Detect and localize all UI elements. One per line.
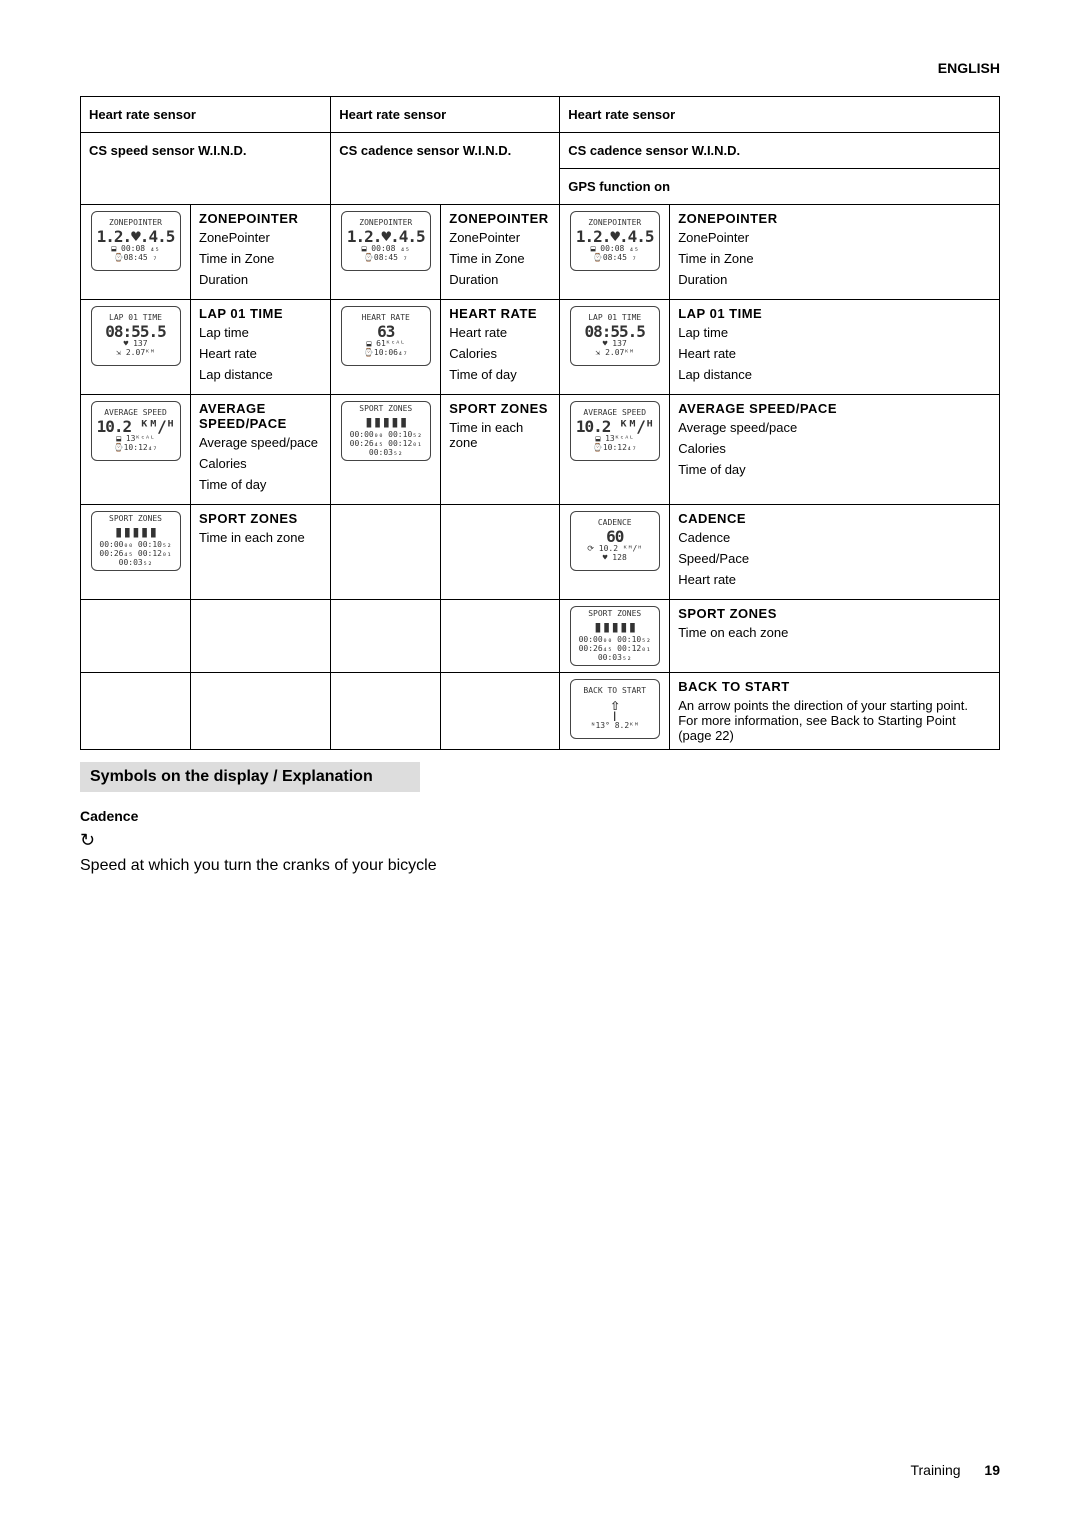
lap-icon-col1: LAP 01 TIME 08:55.5 ♥ 137 ⇲ 2.07ᴷᴹ bbox=[81, 300, 191, 395]
zp-desc-col2: ZONEPOINTER ZonePointer Time in Zone Dur… bbox=[441, 205, 560, 300]
symbols-heading: Symbols on the display / Explanation bbox=[80, 762, 420, 792]
col3-header3: GPS function on bbox=[560, 169, 1000, 205]
empty-icon bbox=[331, 600, 441, 673]
empty-icon bbox=[81, 600, 191, 673]
sz2-desc-col3: SPORT ZONES Time on each zone bbox=[670, 600, 1000, 673]
avg-desc-col1: AVERAGE SPEED/PACE Average speed/pace Ca… bbox=[191, 395, 331, 505]
sz-icon-col1: SPORT ZONES ▮▮▮▮▮ 00:00₀₀ 00:10₅₂ 00:26₄… bbox=[81, 505, 191, 600]
sz-desc-col1: SPORT ZONES Time in each zone bbox=[191, 505, 331, 600]
avg-icon-col3: AVERAGE SPEED 10.2 ᴷᴹ/ᴴ ⬓ 13ᴷᶜᴬᴸ ⌚10:12₄… bbox=[560, 395, 670, 505]
cad-icon-col3: CADENCE 60 ⟳ 10.2 ᴷᴹ/ᴴ ♥ 128 bbox=[560, 505, 670, 600]
lap-icon-col3: LAP 01 TIME 08:55.5 ♥ 137 ⇲ 2.07ᴷᴹ bbox=[560, 300, 670, 395]
cad-desc-col3: CADENCE Cadence Speed/Pace Heart rate bbox=[670, 505, 1000, 600]
hr-icon-col2: HEART RATE 63 ⬓ 61ᴷᶜᴬᴸ ⌚10:06₄₇ bbox=[331, 300, 441, 395]
col1-header1: Heart rate sensor bbox=[81, 97, 331, 133]
feature-table: Heart rate sensor Heart rate sensor Hear… bbox=[80, 96, 1000, 750]
sz-icon-col2: SPORT ZONES ▮▮▮▮▮ 00:00₀₀ 00:10₅₂ 00:26₄… bbox=[331, 395, 441, 505]
back-desc-col3: BACK TO START An arrow points the direct… bbox=[670, 673, 1000, 750]
avg-desc-col3: AVERAGE SPEED/PACE Average speed/pace Ca… bbox=[670, 395, 1000, 505]
sz2-icon-col3: SPORT ZONES ▮▮▮▮▮ 00:00₀₀ 00:10₅₂ 00:26₄… bbox=[560, 600, 670, 673]
zonepointer-display-icon: ZONEPOINTER 1.2.♥.4.5 ⬓ 00:08 ₄₅ ⌚08:45 … bbox=[91, 211, 181, 271]
empty-desc bbox=[441, 600, 560, 673]
avgspeed-display-icon: AVERAGE SPEED 10.2 ᴷᴹ/ᴴ ⬓ 13ᴷᶜᴬᴸ ⌚10:12₄… bbox=[91, 401, 181, 461]
backtostart-display-icon: BACK TO START ⇧ ┃ ᴺ13° 8.2ᴷᴹ bbox=[570, 679, 660, 739]
laptime-display-icon: LAP 01 TIME 08:55.5 ♥ 137 ⇲ 2.07ᴷᴹ bbox=[91, 306, 181, 366]
sz-desc-col2: SPORT ZONES Time in each zone bbox=[441, 395, 560, 505]
page-number: 19 bbox=[984, 1462, 1000, 1478]
back-icon-col3: BACK TO START ⇧ ┃ ᴺ13° 8.2ᴷᴹ bbox=[560, 673, 670, 750]
zp-desc-col3: ZONEPOINTER ZonePointer Time in Zone Dur… bbox=[670, 205, 1000, 300]
empty-desc bbox=[191, 673, 331, 750]
empty-icon bbox=[331, 505, 441, 600]
laptime-display-icon: LAP 01 TIME 08:55.5 ♥ 137 ⇲ 2.07ᴷᴹ bbox=[570, 306, 660, 366]
col2-header1: Heart rate sensor bbox=[331, 97, 560, 133]
lap-desc-col3: LAP 01 TIME Lap time Heart rate Lap dist… bbox=[670, 300, 1000, 395]
avg-icon-col1: AVERAGE SPEED 10.2 ᴷᴹ/ᴴ ⬓ 13ᴷᶜᴬᴸ ⌚10:12₄… bbox=[81, 395, 191, 505]
heartrate-display-icon: HEART RATE 63 ⬓ 61ᴷᶜᴬᴸ ⌚10:06₄₇ bbox=[341, 306, 431, 366]
empty-icon bbox=[331, 673, 441, 750]
zonepointer-display-icon: ZONEPOINTER 1.2.♥.4.5 ⬓ 00:08 ₄₅ ⌚08:45 … bbox=[341, 211, 431, 271]
col3-header1: Heart rate sensor bbox=[560, 97, 1000, 133]
hr-desc-col2: HEART RATE Heart rate Calories Time of d… bbox=[441, 300, 560, 395]
avgspeed-display-icon: AVERAGE SPEED 10.2 ᴷᴹ/ᴴ ⬓ 13ᴷᶜᴬᴸ ⌚10:12₄… bbox=[570, 401, 660, 461]
col3-header2: CS cadence sensor W.I.N.D. bbox=[560, 133, 1000, 169]
page-footer: Training 19 bbox=[910, 1462, 1000, 1478]
zp-icon-col2: ZONEPOINTER 1.2.♥.4.5 ⬓ 00:08 ₄₅ ⌚08:45 … bbox=[331, 205, 441, 300]
footer-section: Training bbox=[910, 1462, 960, 1478]
cadence-icon: ↻ bbox=[80, 830, 1000, 851]
zp-desc-col1: ZONEPOINTER ZonePointer Time in Zone Dur… bbox=[191, 205, 331, 300]
empty-desc bbox=[191, 600, 331, 673]
lap-desc-col1: LAP 01 TIME Lap time Heart rate Lap dist… bbox=[191, 300, 331, 395]
cadence-display-icon: CADENCE 60 ⟳ 10.2 ᴷᴹ/ᴴ ♥ 128 bbox=[570, 511, 660, 571]
sportzones-display-icon: SPORT ZONES ▮▮▮▮▮ 00:00₀₀ 00:10₅₂ 00:26₄… bbox=[91, 511, 181, 571]
sportzones-display-icon: SPORT ZONES ▮▮▮▮▮ 00:00₀₀ 00:10₅₂ 00:26₄… bbox=[570, 606, 660, 666]
cadence-title: Cadence bbox=[80, 808, 1000, 824]
sportzones-display-icon: SPORT ZONES ▮▮▮▮▮ 00:00₀₀ 00:10₅₂ 00:26₄… bbox=[341, 401, 431, 461]
empty-desc bbox=[441, 505, 560, 600]
zonepointer-display-icon: ZONEPOINTER 1.2.♥.4.5 ⬓ 00:08 ₄₅ ⌚08:45 … bbox=[570, 211, 660, 271]
empty-icon bbox=[81, 673, 191, 750]
col1-header2: CS speed sensor W.I.N.D. bbox=[81, 133, 331, 205]
zp-icon-col1: ZONEPOINTER 1.2.♥.4.5 ⬓ 00:08 ₄₅ ⌚08:45 … bbox=[81, 205, 191, 300]
cadence-desc: Speed at which you turn the cranks of yo… bbox=[80, 857, 1000, 875]
empty-desc bbox=[441, 673, 560, 750]
col2-header2: CS cadence sensor W.I.N.D. bbox=[331, 133, 560, 205]
page-language: ENGLISH bbox=[80, 60, 1000, 76]
zp-icon-col3: ZONEPOINTER 1.2.♥.4.5 ⬓ 00:08 ₄₅ ⌚08:45 … bbox=[560, 205, 670, 300]
